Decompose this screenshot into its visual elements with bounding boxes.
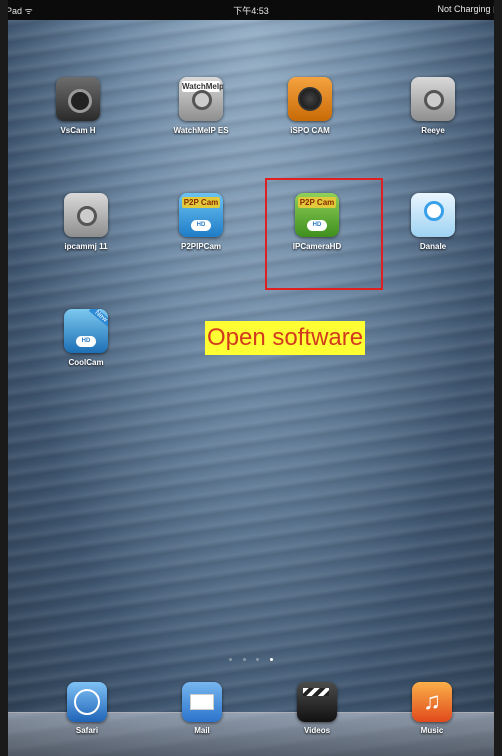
device-bezel-left: [0, 0, 8, 756]
page-dot-active[interactable]: [269, 658, 273, 661]
clock: 下午4:53: [233, 6, 269, 16]
cloud-icon: HD: [76, 336, 96, 347]
app-reeye[interactable]: Reeye: [393, 77, 473, 135]
dock-label: Music: [420, 726, 444, 735]
app-label: Reeye: [421, 126, 445, 135]
app-label: CoolCam: [68, 358, 104, 367]
new-badge: New: [88, 309, 108, 328]
ipcammj-app-icon[interactable]: [64, 193, 108, 237]
watchmeip-app-icon[interactable]: WatchMeIp: [179, 77, 223, 121]
music-icon[interactable]: ♫: [412, 682, 452, 722]
compass-icon[interactable]: [67, 682, 107, 722]
app-label: VsCam H: [60, 126, 96, 135]
dock-app-music[interactable]: ♫ Music: [397, 682, 467, 735]
danale-app-icon[interactable]: [411, 193, 455, 237]
dock-label: Mail: [194, 726, 210, 735]
app-label: ipcammj 11: [64, 242, 108, 251]
app-danale[interactable]: Danale: [393, 193, 473, 251]
annotation-label: Open software: [205, 321, 366, 355]
page-dot[interactable]: [256, 658, 260, 661]
app-vscam-h[interactable]: VsCam H: [38, 77, 118, 135]
dock-app-safari[interactable]: Safari: [52, 682, 122, 735]
app-ispo-cam[interactable]: iSPO CAM: [270, 77, 350, 135]
app-label: Danale: [419, 242, 447, 251]
p2pipcam-app-icon[interactable]: P2P Cam HD: [179, 193, 223, 237]
cloud-icon: HD: [191, 220, 211, 231]
page-dot[interactable]: [242, 658, 246, 661]
dock-label: Videos: [303, 726, 331, 735]
dock-label: Safari: [75, 726, 99, 735]
highlight-box: [265, 178, 383, 290]
page-dot[interactable]: [229, 658, 233, 661]
battery-status: Not Charging ▮: [437, 4, 498, 14]
vscam-app-icon[interactable]: [56, 77, 100, 121]
app-label: WatchMeIP ES: [173, 126, 229, 135]
reeye-app-icon[interactable]: [411, 77, 455, 121]
dock-app-mail[interactable]: Mail: [167, 682, 237, 735]
status-bar: iPad ᯤ 下午4:53 Not Charging ▮: [0, 0, 502, 20]
device-bezel-right: [494, 0, 502, 756]
clapperboard-icon[interactable]: [297, 682, 337, 722]
app-ipcammj-11[interactable]: ipcammj 11: [46, 193, 126, 251]
page-indicator[interactable]: [0, 648, 502, 666]
app-p2pipcam[interactable]: P2P Cam HD P2PIPCam: [161, 193, 241, 251]
envelope-icon[interactable]: [182, 682, 222, 722]
app-label: iSPO CAM: [290, 126, 330, 135]
app-label: P2PIPCam: [180, 242, 222, 251]
app-coolcam[interactable]: New HD CoolCam: [46, 309, 126, 367]
ispo-cam-app-icon[interactable]: [288, 77, 332, 121]
app-watchmeip-es[interactable]: WatchMeIp WatchMeIP ES: [161, 77, 241, 135]
coolcam-app-icon[interactable]: New HD: [64, 309, 108, 353]
dock-app-videos[interactable]: Videos: [282, 682, 352, 735]
music-note-icon: ♫: [423, 688, 441, 715]
home-screen: iPad ᯤ 下午4:53 Not Charging ▮ VsCam H Wat…: [0, 0, 502, 756]
app-icon-tag: P2P Cam: [182, 197, 220, 208]
app-icon-tag: WatchMeIp: [182, 81, 223, 92]
